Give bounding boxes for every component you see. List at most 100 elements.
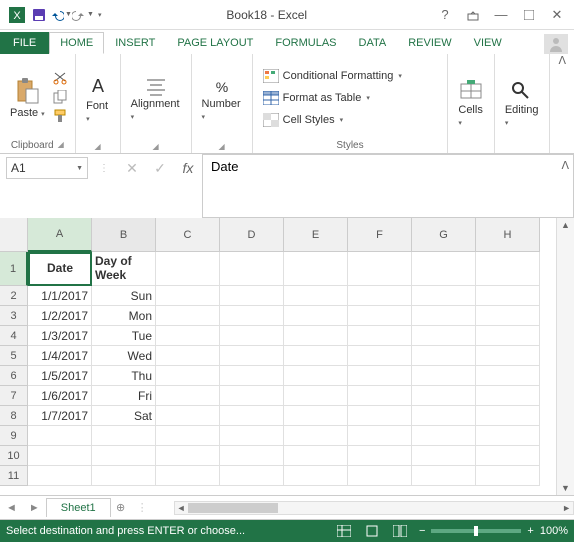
ribbon-options-icon[interactable]	[460, 4, 486, 26]
cell[interactable]	[92, 426, 156, 446]
column-header[interactable]: D	[220, 218, 284, 252]
cell[interactable]	[412, 466, 476, 486]
zoom-out-icon[interactable]: −	[419, 525, 425, 537]
cell[interactable]	[476, 386, 540, 406]
cell[interactable]: Date	[28, 252, 92, 286]
cell[interactable]	[476, 306, 540, 326]
row-header[interactable]: 5	[0, 346, 28, 366]
cell[interactable]	[284, 406, 348, 426]
column-header[interactable]: F	[348, 218, 412, 252]
dialog-launcher-icon[interactable]: ◢	[95, 142, 101, 151]
cell[interactable]: Fri	[92, 386, 156, 406]
cell[interactable]	[284, 346, 348, 366]
cell[interactable]: 1/3/2017	[28, 326, 92, 346]
tab-review[interactable]: REVIEW	[397, 32, 462, 54]
alignment-button[interactable]: Alignment▾	[127, 74, 185, 124]
cell[interactable]: Tue	[92, 326, 156, 346]
vertical-scrollbar[interactable]: ▲▼	[556, 218, 574, 495]
cell[interactable]	[412, 426, 476, 446]
column-header[interactable]: G	[412, 218, 476, 252]
tab-pagelayout[interactable]: PAGE LAYOUT	[166, 32, 264, 54]
cell[interactable]	[476, 466, 540, 486]
cell[interactable]	[348, 286, 412, 306]
cell[interactable]	[28, 446, 92, 466]
cell[interactable]	[348, 366, 412, 386]
undo-icon[interactable]: ▼	[50, 4, 72, 26]
cell[interactable]	[412, 286, 476, 306]
cell[interactable]	[220, 406, 284, 426]
cell[interactable]	[156, 426, 220, 446]
sheet-prev-icon[interactable]: ◄	[0, 502, 23, 514]
font-button[interactable]: AFont▾	[82, 72, 114, 126]
cell[interactable]	[476, 286, 540, 306]
cell[interactable]	[412, 306, 476, 326]
row-header[interactable]: 6	[0, 366, 28, 386]
cell[interactable]	[412, 326, 476, 346]
format-as-table-button[interactable]: Format as Table▾	[259, 88, 442, 108]
cells-button[interactable]: Cells▾	[454, 78, 487, 130]
cell[interactable]	[348, 326, 412, 346]
zoom-in-icon[interactable]: +	[527, 525, 533, 537]
cell[interactable]	[28, 426, 92, 446]
cell[interactable]	[220, 366, 284, 386]
collapse-ribbon-icon[interactable]: ᐱ	[550, 54, 574, 153]
column-header[interactable]: C	[156, 218, 220, 252]
format-painter-icon[interactable]	[53, 109, 69, 126]
fx-icon[interactable]: fx	[178, 160, 198, 176]
cell[interactable]	[284, 466, 348, 486]
formula-bar[interactable]: Date ᐱ	[202, 154, 574, 218]
cell[interactable]: 1/5/2017	[28, 366, 92, 386]
column-header[interactable]: H	[476, 218, 540, 252]
name-box[interactable]: A1▼	[6, 157, 88, 179]
row-header[interactable]: 8	[0, 406, 28, 426]
cell[interactable]	[412, 406, 476, 426]
cell-styles-button[interactable]: Cell Styles▾	[259, 110, 442, 130]
cell[interactable]	[156, 326, 220, 346]
tab-insert[interactable]: INSERT	[104, 32, 166, 54]
cell[interactable]	[348, 252, 412, 286]
cell[interactable]: Mon	[92, 306, 156, 326]
cell[interactable]	[476, 252, 540, 286]
cell[interactable]	[476, 326, 540, 346]
copy-icon[interactable]	[53, 90, 69, 107]
cell[interactable]	[156, 346, 220, 366]
cell[interactable]: Sun	[92, 286, 156, 306]
cell[interactable]	[156, 306, 220, 326]
help-icon[interactable]: ?	[432, 4, 458, 26]
conditional-formatting-button[interactable]: Conditional Formatting▾	[259, 66, 442, 86]
cell[interactable]: Sat	[92, 406, 156, 426]
row-header[interactable]: 11	[0, 466, 28, 486]
cell[interactable]	[220, 446, 284, 466]
tab-home[interactable]: HOME	[49, 32, 104, 54]
cell[interactable]	[284, 326, 348, 346]
cell[interactable]: 1/4/2017	[28, 346, 92, 366]
sheet-tab[interactable]: Sheet1	[46, 498, 111, 517]
redo-icon[interactable]: ▼	[72, 4, 94, 26]
cell[interactable]: Thu	[92, 366, 156, 386]
number-button[interactable]: %Number▾	[198, 74, 246, 124]
row-header[interactable]: 7	[0, 386, 28, 406]
cell[interactable]: 1/6/2017	[28, 386, 92, 406]
cell[interactable]	[284, 386, 348, 406]
cell[interactable]	[284, 252, 348, 286]
tab-file[interactable]: FILE	[0, 32, 49, 54]
cell[interactable]	[348, 446, 412, 466]
dialog-launcher-icon[interactable]: ◢	[152, 142, 158, 151]
dialog-launcher-icon[interactable]: ◢	[58, 140, 64, 151]
cell[interactable]	[220, 466, 284, 486]
cell[interactable]	[284, 286, 348, 306]
row-header[interactable]: 3	[0, 306, 28, 326]
row-header[interactable]: 9	[0, 426, 28, 446]
expand-formula-icon[interactable]: ᐱ	[561, 159, 569, 172]
cell[interactable]	[284, 306, 348, 326]
cell[interactable]	[92, 446, 156, 466]
tab-data[interactable]: DATA	[348, 32, 398, 54]
cell[interactable]	[220, 346, 284, 366]
close-icon[interactable]: ✕	[544, 4, 570, 26]
cell[interactable]	[348, 306, 412, 326]
cell[interactable]	[220, 426, 284, 446]
editing-button[interactable]: Editing▾	[501, 78, 544, 130]
cell[interactable]	[156, 466, 220, 486]
cell[interactable]	[476, 426, 540, 446]
column-header[interactable]: B	[92, 218, 156, 252]
